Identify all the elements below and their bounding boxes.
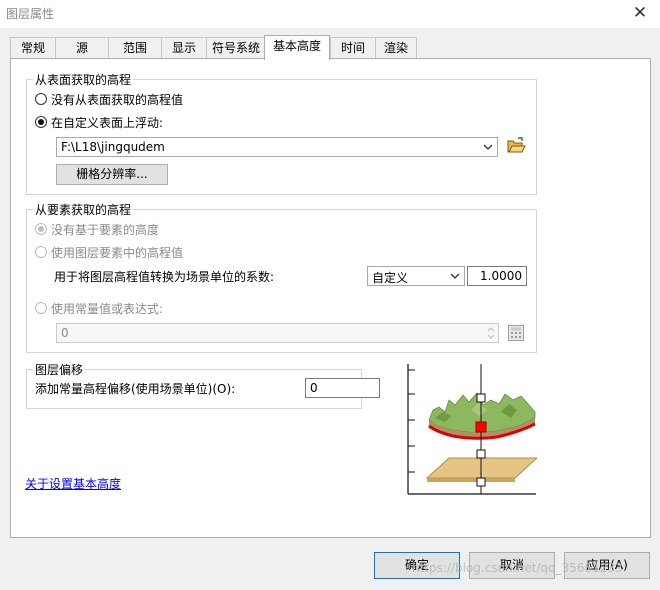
offset-label: 添加常量高程偏移(使用场景单位)(O):	[35, 382, 236, 396]
tab-content-panel: 从表面获取的高程 没有从表面获取的高程值 在自定义表面上浮动: F:\L18\j…	[10, 58, 651, 538]
offset-input[interactable]: 0	[305, 378, 380, 398]
base-height-help-link[interactable]: 关于设置基本高度	[25, 475, 121, 492]
tab-extent[interactable]: 范围	[108, 37, 162, 59]
tab-rendering[interactable]: 渲染	[375, 37, 417, 59]
watermark-text: https://blog.csdn.net/qq_35661233	[412, 561, 623, 575]
surface-group-legend: 从表面获取的高程	[33, 71, 134, 88]
offset-group-legend: 图层偏移	[33, 361, 86, 378]
surface-elevation-group: 从表面获取的高程 没有从表面获取的高程值 在自定义表面上浮动: F:\L18\j…	[26, 71, 537, 195]
close-icon[interactable]: ✕	[632, 3, 648, 23]
tab-source[interactable]: 源	[55, 37, 109, 59]
tab-time[interactable]: 时间	[330, 37, 376, 59]
tab-display[interactable]: 显示	[161, 37, 207, 59]
radio-dot[interactable]	[35, 93, 47, 105]
tab-general[interactable]: 常规	[10, 37, 56, 59]
folder-open-icon[interactable]	[506, 136, 526, 156]
raster-resolution-button[interactable]: 栅格分辨率...	[56, 164, 168, 185]
chevron-down-icon[interactable]	[481, 138, 495, 156]
conversion-factor-label: 用于将图层高程值转换为场景单位的系数:	[54, 270, 275, 284]
layer-offset-group: 图层偏移 添加常量高程偏移(使用场景单位)(O): 0	[26, 361, 380, 409]
expression-builder-icon[interactable]	[506, 323, 526, 343]
radio-dot[interactable]	[35, 223, 47, 235]
base-height-diagram	[405, 360, 539, 495]
window-title: 图层属性	[6, 7, 55, 21]
surface-select[interactable]: F:\L18\jingqudem	[56, 137, 498, 157]
radio-dot[interactable]	[35, 302, 47, 314]
expression-input[interactable]: 0	[56, 323, 499, 343]
radio-dot[interactable]	[35, 116, 47, 128]
feature-elevation-group: 从要素获取的高程 没有基于要素的高度 使用图层要素中的高程值 用于将图层高程值转…	[26, 201, 537, 353]
radio-dot[interactable]	[35, 246, 47, 258]
tab-symbology[interactable]: 符号系统	[206, 37, 266, 59]
chevron-down-icon[interactable]	[448, 267, 462, 285]
spin-arrows-icon[interactable]	[486, 325, 496, 341]
tab-strip: 常规 源 范围 显示 符号系统 基本高度 时间 渲染	[10, 35, 650, 60]
conversion-factor-input[interactable]: 1.0000	[467, 266, 527, 286]
feature-group-legend: 从要素获取的高程	[33, 201, 134, 218]
title-bar: 图层属性 ✕	[0, 0, 660, 28]
tab-base-heights[interactable]: 基本高度	[264, 35, 330, 60]
unit-select[interactable]: 自定义	[367, 266, 465, 286]
